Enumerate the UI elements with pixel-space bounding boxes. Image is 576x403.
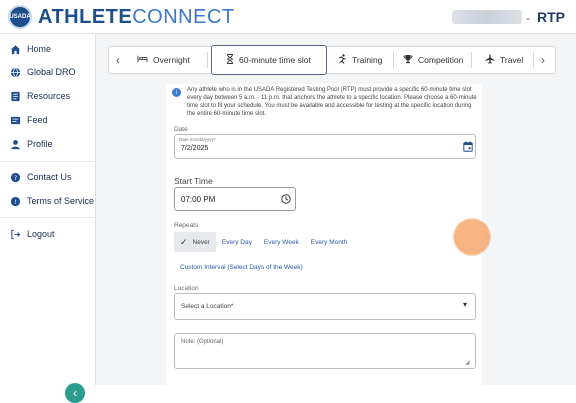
app-logo[interactable]: USADA ATHLETECONNECT [8, 5, 235, 29]
sidebar-item-feed[interactable]: Feed [9, 114, 48, 126]
repeats-label: Repeats [174, 222, 199, 229]
info-icon: i [172, 88, 181, 97]
sidebar-item-label: Resources [27, 91, 71, 101]
sidebar-item-label: Terms of Service [27, 196, 95, 206]
calendar-icon[interactable] [463, 141, 473, 154]
tab-label: Competition [418, 55, 464, 65]
date-hint: Date mm/dd/yyyy* [179, 137, 216, 142]
sidebar-item-label: Feed [27, 115, 48, 125]
sidebar-item-home[interactable]: Home [9, 43, 51, 55]
tab-divider [471, 52, 472, 68]
resources-icon [9, 90, 21, 102]
sidebar-item-global-dro[interactable]: Global DRO [9, 66, 76, 78]
start-time-label: Start Time [174, 176, 213, 186]
tab-label: Travel [500, 55, 524, 65]
date-field[interactable]: Date mm/dd/yyyy* 7/2/2025 [174, 134, 476, 159]
tab-label: Training [352, 55, 383, 65]
globe-icon [9, 66, 21, 78]
sidebar-item-label: Home [27, 44, 52, 54]
tab-label: Overnight [153, 55, 190, 65]
logo-word-athlete: ATHLETE [38, 5, 133, 28]
repeats-option-label: Never [192, 238, 210, 246]
repeats-option-label: Every Month [310, 238, 348, 246]
tabs-next-icon[interactable]: › [541, 53, 545, 67]
click-indicator [454, 219, 490, 255]
user-org[interactable]: RTP [537, 9, 565, 25]
main-content: ‹ Overnight 60-minute time slot Training [96, 34, 576, 385]
tabs-prev-icon[interactable]: ‹ [116, 53, 120, 67]
start-time-field[interactable]: 07:00 PM [174, 187, 296, 211]
tab-divider [533, 52, 534, 68]
app-header: USADA ATHLETECONNECT - RTP [0, 0, 576, 34]
running-icon [337, 53, 347, 67]
tab-travel[interactable]: Travel [485, 47, 523, 73]
chevron-down-icon: ▾ [463, 300, 468, 309]
tab-training[interactable]: Training [337, 47, 382, 73]
date-value: 7/2/2025 [181, 145, 209, 152]
user-name-redacted [452, 10, 522, 24]
profile-icon [9, 138, 21, 150]
repeats-every-week-button[interactable]: Every Week [258, 232, 305, 252]
repeats-option-label: Custom Interval (Select Days of the Week… [180, 263, 303, 271]
svg-text:!: ! [14, 197, 17, 205]
repeats-options: ✓ Never Every Day Every Week Every Month [174, 232, 353, 252]
terms-icon: ! [9, 195, 21, 207]
logo-word-connect: CONNECT [132, 5, 235, 28]
location-label: Location [174, 285, 199, 292]
tab-60-minute-time-slot[interactable]: 60-minute time slot [211, 45, 327, 75]
logout-icon [9, 228, 21, 240]
usada-badge-icon: USADA [8, 5, 32, 29]
sidebar-divider [0, 217, 96, 218]
sidebar-item-resources[interactable]: Resources [9, 90, 70, 102]
repeats-never-button[interactable]: ✓ Never [174, 232, 216, 252]
info-text: Any athlete who is in the USADA Register… [187, 87, 477, 117]
rtp-info-notice: i Any athlete who is in the USADA Regist… [172, 86, 480, 118]
sidebar-item-label: Global DRO [27, 67, 76, 77]
sidebar-item-logout[interactable]: Logout [9, 228, 55, 240]
feed-icon [9, 114, 21, 126]
hourglass-icon [226, 53, 234, 67]
tab-label: 60-minute time slot [239, 55, 311, 65]
svg-text:?: ? [13, 173, 16, 181]
bed-icon [137, 54, 148, 66]
sidebar-collapse-button[interactable]: ‹ [65, 383, 85, 403]
clock-icon[interactable] [281, 194, 291, 206]
trophy-icon [403, 54, 413, 67]
repeats-custom-row: Custom Interval (Select Days of the Week… [174, 257, 309, 277]
home-icon [9, 43, 21, 55]
sidebar-divider [0, 161, 96, 162]
date-label: Date [174, 126, 188, 133]
time-slot-form: i Any athlete who is in the USADA Regist… [166, 84, 482, 385]
repeats-option-label: Every Day [221, 238, 252, 246]
tab-divider [207, 52, 208, 68]
note-textarea[interactable]: Note: (Optional) ◢ [174, 333, 476, 369]
sidebar-item-label: Contact Us [27, 172, 72, 182]
schedule-type-tabs: ‹ Overnight 60-minute time slot Training [108, 45, 556, 75]
tab-overnight[interactable]: Overnight [137, 47, 190, 73]
start-time-value: 07:00 PM [181, 195, 216, 204]
repeats-every-month-button[interactable]: Every Month [305, 232, 354, 252]
tab-competition[interactable]: Competition [403, 47, 463, 73]
tab-divider [393, 52, 394, 68]
location-placeholder: Select a Location* [181, 303, 234, 310]
sidebar-item-profile[interactable]: Profile [9, 138, 53, 150]
sidebar-item-label: Profile [27, 139, 53, 149]
sidebar-item-terms[interactable]: ! Terms of Service [9, 195, 94, 207]
chevron-left-icon: ‹ [73, 386, 77, 400]
repeats-option-label: Every Week [263, 238, 299, 246]
sidebar-item-label: Logout [27, 229, 55, 239]
sidebar: Home Global DRO Resources Feed Profile ?… [0, 34, 96, 403]
location-select[interactable]: Select a Location* ▾ [174, 293, 476, 320]
repeats-custom-interval-button[interactable]: Custom Interval (Select Days of the Week… [174, 257, 309, 277]
repeats-every-day-button[interactable]: Every Day [216, 232, 258, 252]
note-placeholder: Note: (Optional) [181, 339, 224, 345]
resize-handle-icon[interactable]: ◢ [465, 359, 470, 366]
logo-wordmark: ATHLETECONNECT [38, 6, 235, 29]
contact-icon: ? [9, 171, 21, 183]
sidebar-item-contact-us[interactable]: ? Contact Us [9, 171, 72, 183]
checkmark-icon: ✓ [180, 236, 188, 247]
airplane-icon [485, 54, 495, 67]
user-separator: - [526, 11, 530, 25]
